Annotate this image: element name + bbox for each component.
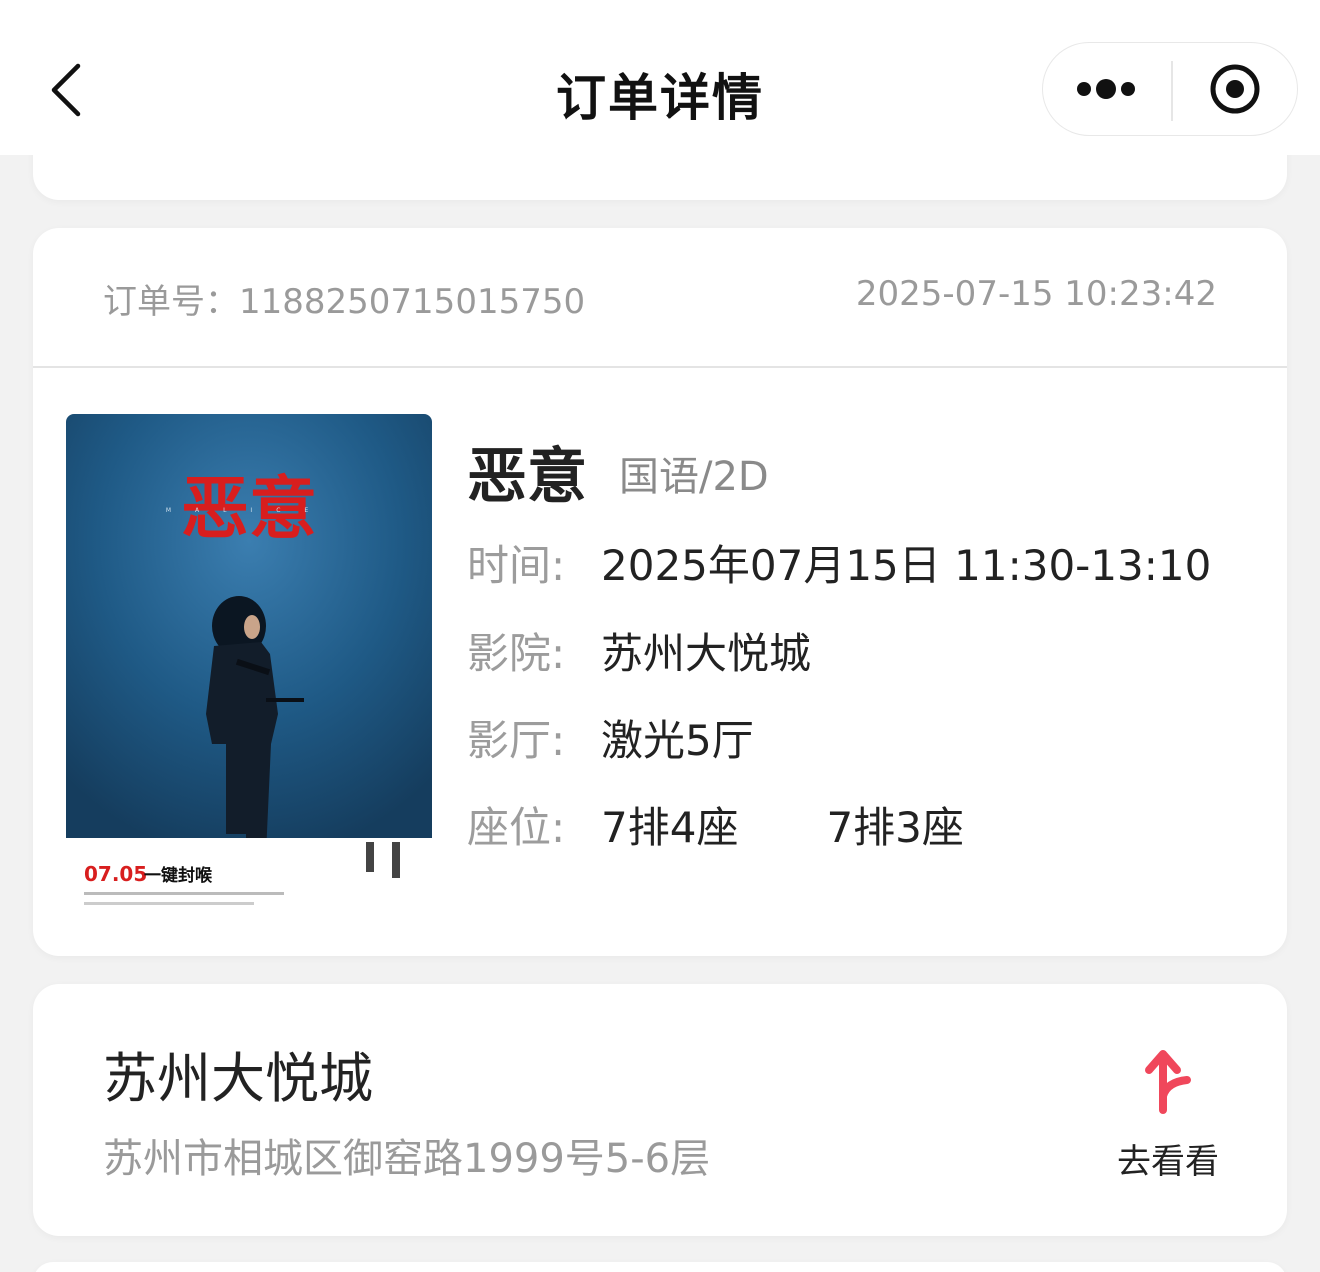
showtime-value: 2025年07月15日 11:30-13:10 <box>601 541 1212 590</box>
navigate-button[interactable]: 去看看 <box>1103 1046 1233 1182</box>
order-card: 订单号：1188250715015750 2025-07-15 10:23:42… <box>33 228 1287 956</box>
seat-item: 7排4座 <box>601 803 739 852</box>
next-card <box>33 1262 1287 1272</box>
cinema-label: 影院: <box>467 629 566 678</box>
poster-subtitle: MALICE <box>166 507 332 514</box>
more-button[interactable] <box>1043 43 1171 135</box>
navigation-bar: 订单详情 <box>0 0 1320 155</box>
seat-row: 座位: 7排4座 7排3座 <box>467 794 1052 852</box>
more-dots-icon <box>1077 79 1135 99</box>
order-created-time: 2025-07-15 10:23:42 <box>855 274 1217 314</box>
cinema-address: 苏州市相城区御窑路1999号5-6层 <box>103 1136 711 1182</box>
cinema-card[interactable]: 苏州大悦城 苏州市相城区御窑路1999号5-6层 去看看 <box>33 984 1287 1236</box>
cinema-row: 影院: 苏州大悦城 <box>467 620 812 678</box>
showtime-row: 时间: 2025年07月15日 11:30-13:10 <box>467 532 1212 590</box>
seat-label: 座位: <box>467 803 566 852</box>
hall-row: 影厅: 激光5厅 <box>467 707 754 765</box>
seat-item: 7排3座 <box>826 803 964 852</box>
hall-value: 激光5厅 <box>601 716 754 765</box>
poster-artwork: 恶意 MALICE 07.05 一键封喉 <box>66 414 432 912</box>
close-button[interactable] <box>1173 43 1297 135</box>
order-number: 订单号：1188250715015750 <box>103 282 586 322</box>
movie-title: 恶意 <box>467 442 587 512</box>
cinema-name: 苏州大悦城 <box>103 1047 373 1110</box>
showtime-label: 时间: <box>467 541 566 590</box>
cinema-value: 苏州大悦城 <box>601 629 812 678</box>
movie-format: 国语/2D <box>619 454 769 500</box>
target-circle-icon <box>1210 64 1260 114</box>
navigation-arrow-icon <box>1145 1050 1191 1114</box>
mini-program-capsule <box>1042 42 1298 136</box>
hall-label: 影厅: <box>467 716 566 765</box>
order-meta-row: 订单号：1188250715015750 2025-07-15 10:23:42 <box>103 274 1217 322</box>
divider <box>33 366 1287 368</box>
navigate-label: 去看看 <box>1117 1142 1219 1182</box>
movie-poster[interactable]: 恶意 MALICE 07.05 一键封喉 <box>66 414 432 912</box>
poster-release-date: 07.05 <box>84 862 147 886</box>
poster-tagline: 一键封喉 <box>144 865 213 886</box>
